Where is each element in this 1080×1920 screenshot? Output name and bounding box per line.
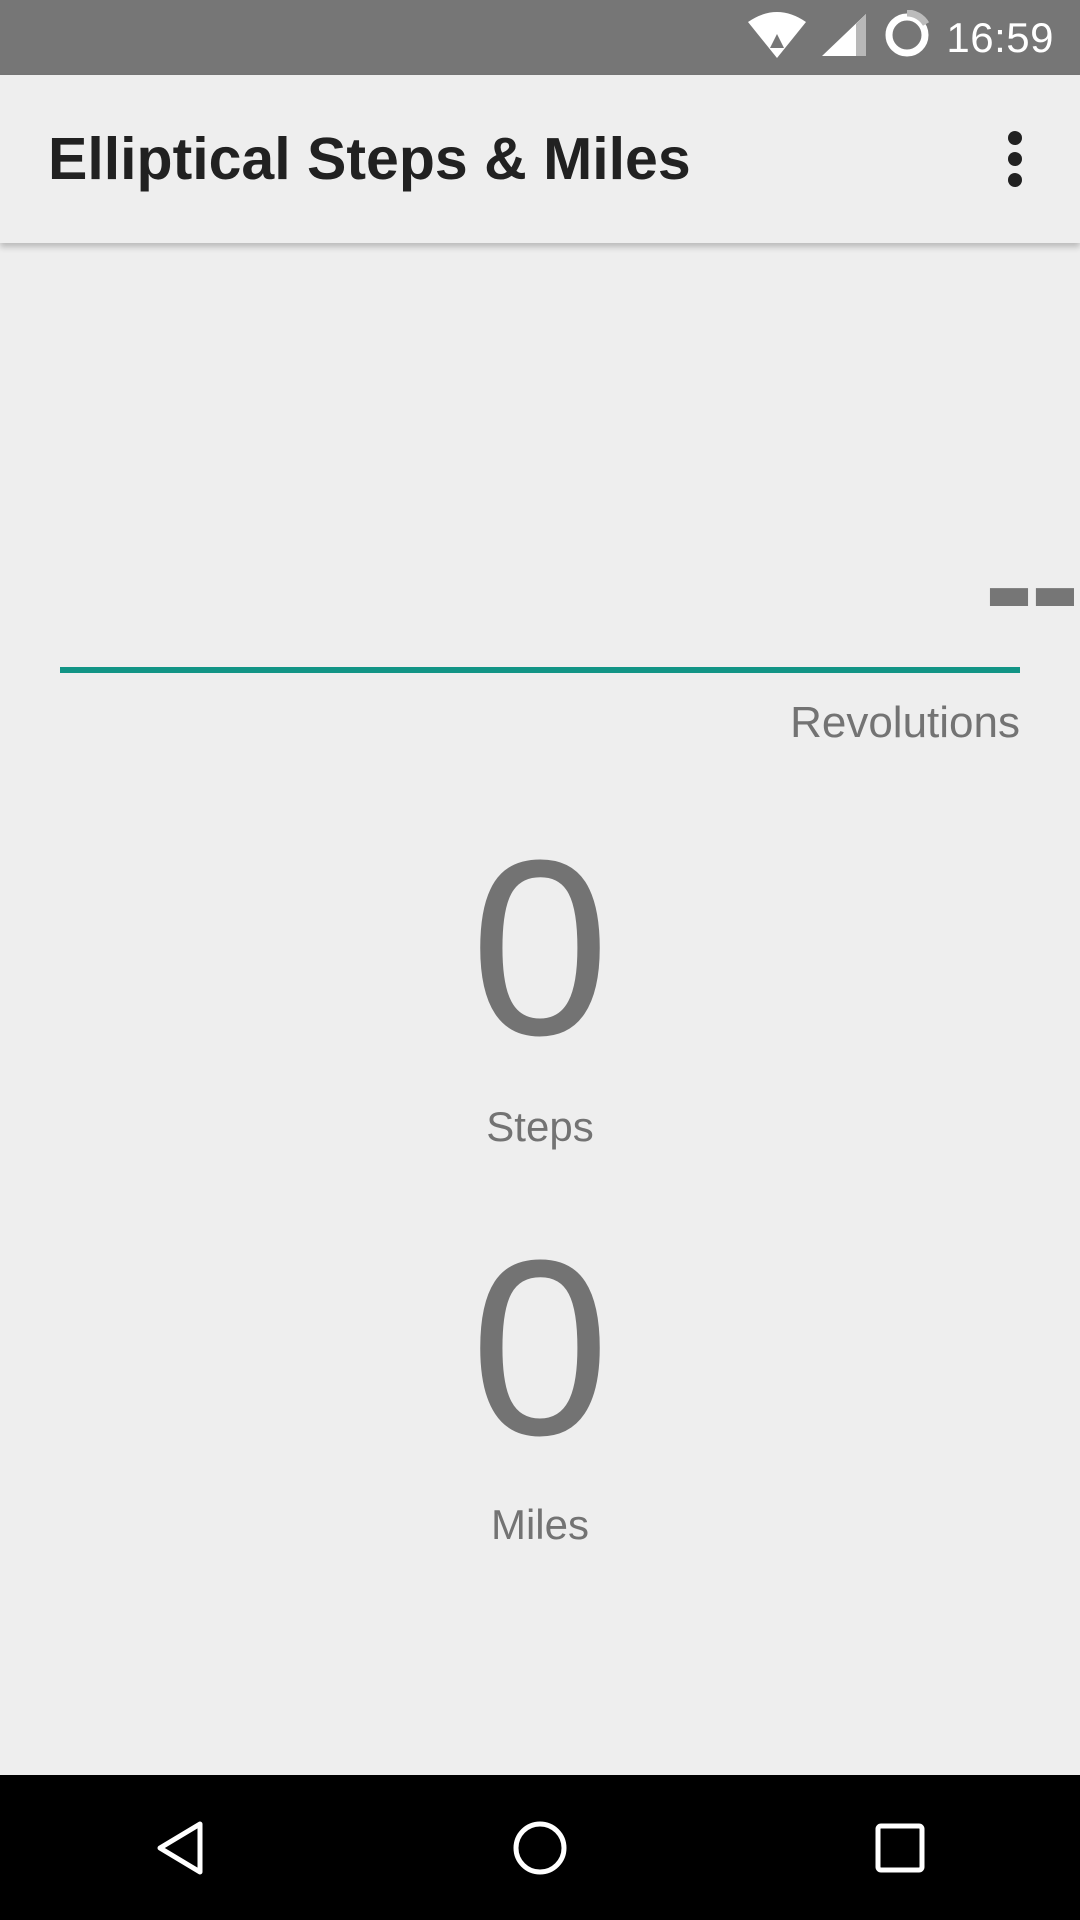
main-content: -- Revolutions 0 Steps 0 Miles — [0, 243, 1080, 1775]
revolutions-input[interactable]: -- — [984, 509, 1080, 659]
signal-icon — [822, 12, 868, 63]
revolutions-label: Revolutions — [790, 698, 1020, 747]
home-icon[interactable] — [480, 1788, 600, 1908]
back-icon[interactable] — [120, 1788, 240, 1908]
app-bar: Elliptical Steps & Miles — [0, 75, 1080, 243]
miles-value: 0 — [470, 1208, 610, 1487]
steps-label: Steps — [486, 1103, 594, 1150]
navigation-bar — [0, 1775, 1080, 1920]
steps-value: 0 — [470, 808, 610, 1087]
miles-label: Miles — [490, 1501, 589, 1548]
status-bar: 16:59 — [0, 0, 1080, 75]
revolutions-underline — [60, 667, 1020, 673]
status-time: 16:59 — [946, 14, 1054, 61]
app-title: Elliptical Steps & Miles — [48, 126, 691, 192]
recents-icon[interactable] — [840, 1788, 960, 1908]
wifi-icon — [746, 10, 808, 65]
sync-icon — [882, 9, 932, 65]
more-vert-icon[interactable] — [980, 124, 1050, 194]
